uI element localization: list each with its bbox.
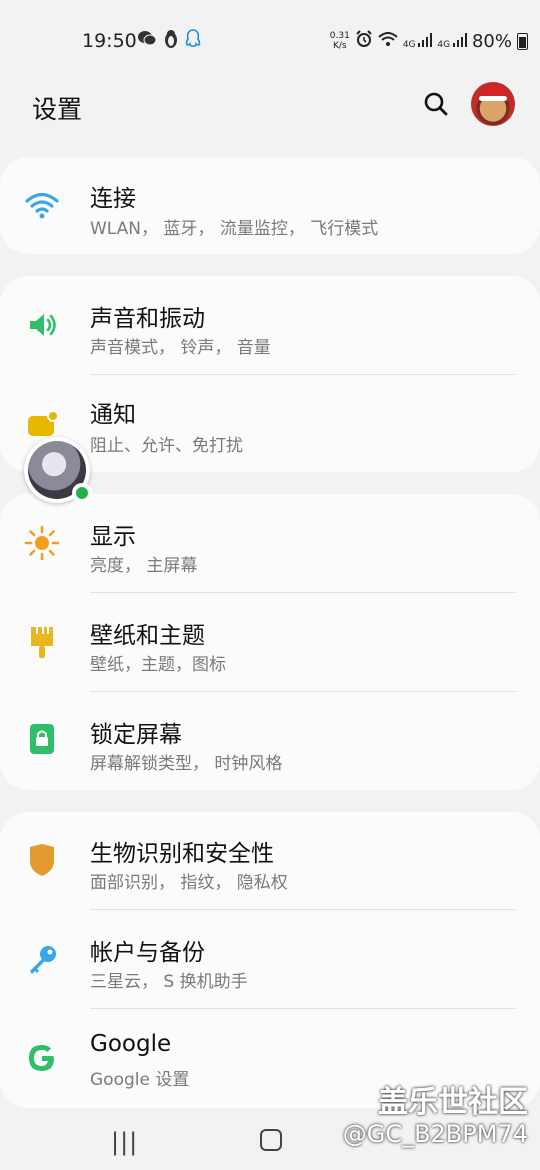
speaker-icon	[24, 307, 60, 343]
card-connections: 连接 WLAN， 蓝牙， 流量监控， 飞行模式	[0, 157, 540, 254]
shield-icon	[24, 842, 60, 878]
alarm-icon	[355, 30, 373, 52]
notification-icons	[137, 29, 201, 54]
navigation-bar: |||	[0, 1110, 540, 1170]
settings-item-subtitle: 面部识别， 指纹， 隐私权	[90, 873, 288, 893]
settings-item-accounts[interactable]: 帐户与备份 三星云， S 换机助手	[0, 910, 540, 1009]
settings-item-title: 通知	[90, 402, 136, 428]
settings-item-title: 帐户与备份	[90, 940, 205, 966]
settings-item-biometrics[interactable]: 生物识别和安全性 面部识别， 指纹， 隐私权	[0, 812, 540, 911]
card-security: 生物识别和安全性 面部识别， 指纹， 隐私权 帐户与备份 三星云， S 换机助手…	[0, 812, 540, 1108]
settings-item-lockscreen[interactable]: 锁定屏幕 屏幕解锁类型， 时钟风格	[0, 692, 540, 791]
qq-icon	[185, 29, 201, 54]
settings-item-subtitle: 阻止、允许、免打扰	[90, 436, 243, 456]
settings-item-subtitle: WLAN， 蓝牙， 流量监控， 飞行模式	[90, 219, 379, 239]
battery-percent: 80%	[471, 30, 512, 52]
settings-item-title: 生物识别和安全性	[90, 841, 274, 867]
wechat-badge-icon	[72, 483, 92, 503]
home-button[interactable]	[260, 1129, 282, 1151]
settings-item-subtitle: 壁纸，主题，图标	[90, 655, 226, 675]
settings-item-display[interactable]: 显示 亮度， 主屏幕	[0, 494, 540, 593]
settings-item-connections[interactable]: 连接 WLAN， 蓝牙， 流量监控， 飞行模式	[0, 157, 540, 256]
penguin-icon	[163, 29, 179, 54]
status-bar: 19:50 0.31 K/s 4G 4G 80%	[0, 0, 540, 82]
wechat-icon	[137, 29, 157, 54]
settings-item-subtitle: 屏幕解锁类型， 时钟风格	[90, 754, 283, 774]
page-title: 设置	[32, 95, 83, 124]
settings-item-subtitle: 亮度， 主屏幕	[90, 556, 198, 576]
card-sound-notifications: 声音和振动 声音模式， 铃声， 音量 通知 阻止、允许、免打扰	[0, 276, 540, 472]
settings-item-sound[interactable]: 声音和振动 声音模式， 铃声， 音量	[0, 276, 540, 375]
settings-item-title: Google	[90, 1031, 172, 1057]
settings-item-title: 连接	[90, 186, 136, 212]
wifi-icon	[24, 187, 60, 223]
lock-icon	[24, 721, 60, 757]
network-speed: 0.31 K/s	[329, 31, 350, 51]
settings-item-title: 显示	[90, 524, 136, 550]
search-button[interactable]	[420, 88, 452, 120]
recent-apps-button[interactable]: |||	[111, 1128, 138, 1156]
profile-avatar[interactable]	[471, 82, 515, 126]
signal-icon-2: 4G	[437, 32, 467, 50]
status-time: 19:50	[82, 30, 137, 52]
settings-item-title: 声音和振动	[90, 306, 205, 332]
battery-icon	[517, 32, 528, 50]
status-right: 0.31 K/s 4G 4G 80%	[330, 30, 528, 52]
brush-icon	[24, 624, 60, 660]
floating-chat-bubble[interactable]	[24, 437, 92, 503]
header: 设置	[0, 82, 540, 142]
settings-item-subtitle: 三星云， S 换机助手	[90, 972, 248, 992]
settings-item-title: 壁纸和主题	[90, 623, 205, 649]
card-display: 显示 亮度， 主屏幕 壁纸和主题 壁纸，主题，图标 锁定屏幕 屏幕解锁类型， 时…	[0, 494, 540, 790]
signal-icon: 4G	[403, 32, 433, 50]
settings-item-title: 锁定屏幕	[90, 722, 182, 748]
settings-item-subtitle: Google 设置	[90, 1070, 190, 1090]
search-icon	[424, 92, 448, 116]
sun-icon	[24, 525, 60, 561]
settings-item-subtitle: 声音模式， 铃声， 音量	[90, 338, 271, 358]
key-icon	[24, 942, 60, 978]
wifi-status-icon	[378, 31, 398, 51]
settings-item-wallpaper[interactable]: 壁纸和主题 壁纸，主题，图标	[0, 593, 540, 692]
google-icon	[24, 1040, 60, 1076]
